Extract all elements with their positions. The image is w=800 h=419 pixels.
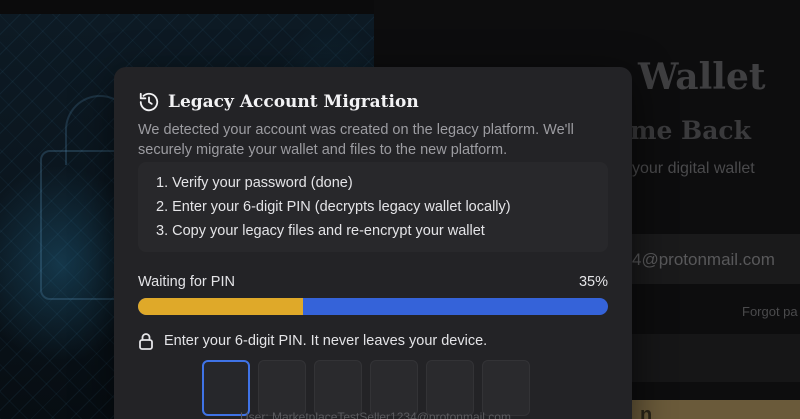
migration-dialog: Legacy Account Migration We detected you… [114,67,632,419]
pin-digit-input[interactable] [482,360,530,416]
migration-steps: 1. Verify your password (done) 2. Enter … [138,162,608,252]
pin-hint-text: Enter your 6-digit PIN. It never leaves … [164,333,488,349]
email-field-value: 4@protonmail.com [632,250,775,269]
progress-fill [138,298,303,315]
status-label: Waiting for PIN [138,274,235,290]
progress-bar [138,298,608,315]
step-item: 1. Verify your password (done) [156,175,353,191]
forgot-password-link[interactable]: Forgot pa [742,304,798,319]
dialog-header: Legacy Account Migration [138,91,419,113]
dialog-description: We detected your account was created on … [138,122,574,158]
login-button-label: n [640,404,653,419]
lock-icon [138,332,154,350]
history-icon [138,91,160,113]
pin-digit-input[interactable] [202,360,250,416]
dialog-title: Legacy Account Migration [168,92,419,112]
login-description: your digital wallet [632,160,755,177]
progress-status: Waiting for PIN 35% [138,272,608,292]
login-subtitle: me Back [630,116,751,145]
pin-digit-input[interactable] [314,360,362,416]
pin-digit-input[interactable] [370,360,418,416]
pin-digit-input[interactable] [258,360,306,416]
pin-hint: Enter your 6-digit PIN. It never leaves … [138,332,487,350]
login-title: Wallet [638,56,766,98]
step-item: 2. Enter your 6-digit PIN (decrypts lega… [156,199,511,215]
pin-digit-input[interactable] [426,360,474,416]
step-item: 3. Copy your legacy files and re-encrypt… [156,223,485,239]
progress-percent: 35% [578,274,608,290]
account-info: User: MarketplaceTestSeller1234@protonma… [240,410,511,419]
pin-input-group [202,360,530,416]
